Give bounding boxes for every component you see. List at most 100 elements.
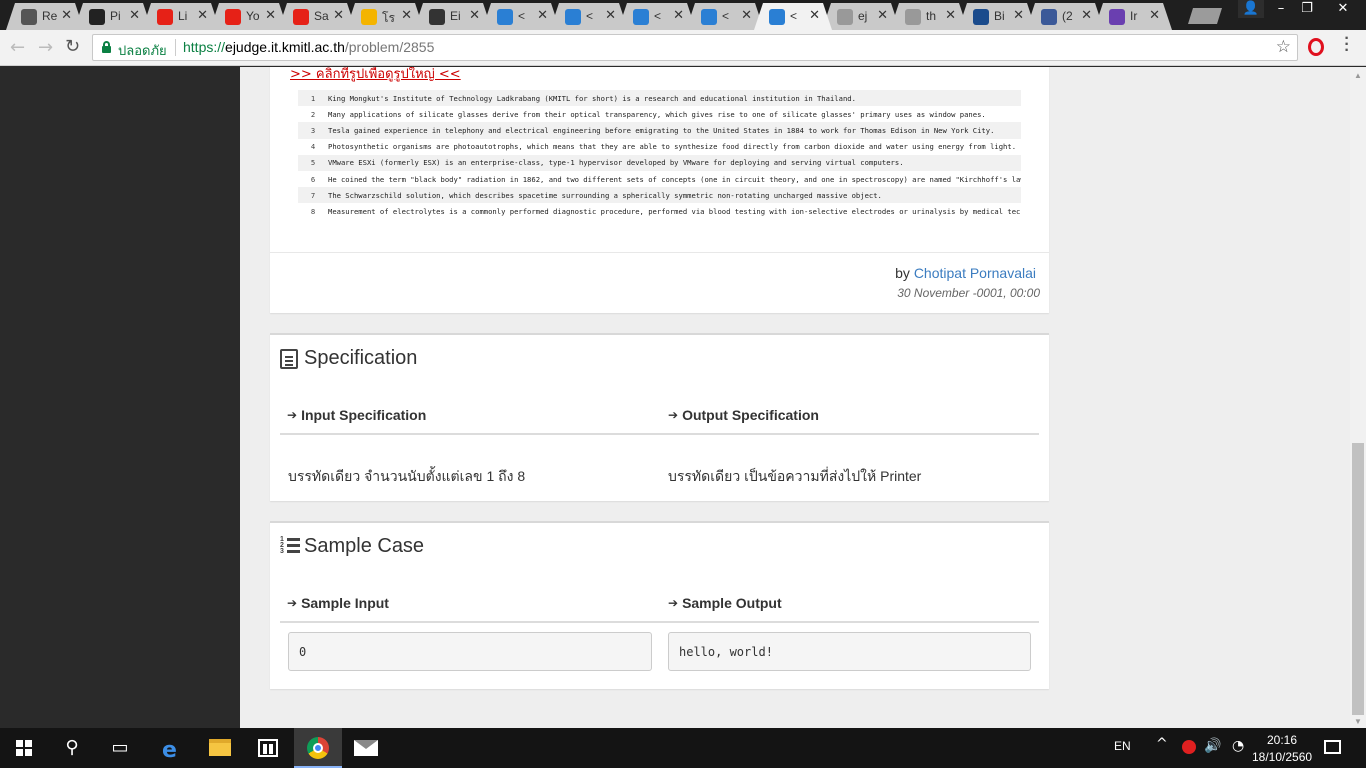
enlarge-image-link[interactable]: >> คลิกที่รูปเพื่อดูรูปใหญ่ <<: [290, 67, 461, 84]
tab-title: <: [722, 9, 730, 23]
tab-close-icon[interactable]: ✕: [265, 8, 276, 23]
address-bar[interactable]: ปลอดภัย https://ejudge.it.kmitl.ac.th/pr…: [92, 34, 1298, 61]
problem-image[interactable]: 1 King Mongkut's Institute of Technology …: [298, 90, 1021, 220]
windows-logo-icon: [16, 740, 32, 756]
restore-button[interactable]: ❐: [1294, 0, 1320, 18]
start-button[interactable]: [0, 728, 48, 768]
security-label: ปลอดภัย: [118, 43, 167, 58]
image-line-number: 8: [310, 206, 316, 216]
mail-taskbar-button[interactable]: [342, 728, 390, 768]
it-kmitl-icon: [769, 9, 785, 25]
tab-close-icon[interactable]: ✕: [469, 8, 480, 23]
browser-tab[interactable]: < ✕: [550, 3, 628, 30]
sample-output-box[interactable]: hello, world!: [668, 632, 1031, 671]
tab-close-icon[interactable]: ✕: [605, 8, 616, 23]
tab-close-icon[interactable]: ✕: [877, 8, 888, 23]
sample-input-box[interactable]: 0: [288, 632, 652, 671]
tray-app-icon[interactable]: [1182, 740, 1196, 754]
chrome-taskbar-button[interactable]: [294, 728, 342, 768]
tab-title: Ir: [1130, 9, 1138, 23]
edge-taskbar-button[interactable]: e: [148, 728, 196, 768]
tab-close-icon[interactable]: ✕: [1149, 8, 1160, 23]
browser-tab[interactable]: โร ✕: [346, 3, 424, 30]
browser-tab[interactable]: ej ✕: [822, 3, 900, 30]
mail-icon: [354, 740, 378, 756]
browser-tab[interactable]: < ✕: [686, 3, 764, 30]
sample-case-title: 123 Sample Case: [280, 535, 424, 558]
lock-icon: [102, 41, 111, 53]
image-text-line: 6 He coined the term "black body" radiati…: [298, 171, 1021, 187]
profile-icon[interactable]: 👤: [1238, 0, 1264, 18]
browser-tab[interactable]: Ir ✕: [1094, 3, 1172, 30]
forward-arrow-icon[interactable]: →: [38, 37, 53, 58]
browser-tab[interactable]: Pi ✕: [74, 3, 152, 30]
wifi-icon[interactable]: ◔: [1232, 738, 1244, 754]
browser-tab[interactable]: Sa ✕: [278, 3, 356, 30]
image-text-line: 7 The Schwarzschild solution, which descr…: [298, 187, 1021, 204]
tab-close-icon[interactable]: ✕: [1013, 8, 1024, 23]
back-arrow-icon[interactable]: ←: [10, 37, 25, 58]
tab-close-icon[interactable]: ✕: [809, 8, 820, 23]
new-tab-button[interactable]: [1188, 8, 1222, 24]
image-text-line: 8 Measurement of electrolytes is a common…: [298, 203, 1021, 219]
tab-close-icon[interactable]: ✕: [401, 8, 412, 23]
scrollbar-thumb[interactable]: [1352, 443, 1364, 715]
explorer-taskbar-button[interactable]: [196, 728, 244, 768]
tab-title: ej: [858, 9, 868, 23]
opera-extension-icon[interactable]: [1308, 38, 1324, 56]
chevron-up-icon[interactable]: ^: [1156, 736, 1168, 752]
tab-close-icon[interactable]: ✕: [537, 8, 548, 23]
browser-tab[interactable]: Ei ✕: [414, 3, 492, 30]
browser-tab[interactable]: th ✕: [890, 3, 968, 30]
specification-title-text: Specification: [304, 347, 418, 369]
tab-close-icon[interactable]: ✕: [945, 8, 956, 23]
clock-time[interactable]: 20:16: [1267, 733, 1297, 747]
task-view-button[interactable]: ▭: [96, 728, 144, 768]
close-window-button[interactable]: ✕: [1320, 0, 1366, 18]
tab-title: Pi: [110, 9, 121, 23]
tab-close-icon[interactable]: ✕: [673, 8, 684, 23]
browser-tab[interactable]: < ✕: [482, 3, 560, 30]
search-button[interactable]: ⚲: [48, 728, 96, 768]
scroll-down-arrow-icon[interactable]: ▼: [1354, 717, 1362, 726]
notification-icon[interactable]: [1324, 740, 1341, 754]
image-line-number: 2: [310, 109, 316, 119]
image-line-text: Photosynthetic organisms are photoautotr…: [328, 142, 1017, 152]
clock-date[interactable]: 18/10/2560: [1252, 750, 1312, 764]
browser-tab[interactable]: Bi ✕: [958, 3, 1036, 30]
language-indicator[interactable]: EN: [1114, 739, 1131, 753]
page-content: >> คลิกที่รูปเพื่อดูรูปใหญ่ << 1 King Mon…: [240, 67, 1350, 728]
url-text[interactable]: https://ejudge.it.kmitl.ac.th/problem/28…: [183, 39, 434, 55]
browser-tab[interactable]: (2 ✕: [1026, 3, 1104, 30]
tab-close-icon[interactable]: ✕: [61, 8, 72, 23]
author-link[interactable]: Chotipat Pornavalai: [914, 265, 1036, 281]
blank-page-icon: [905, 9, 921, 25]
page-scrollbar[interactable]: ▲ ▼: [1350, 67, 1366, 728]
browser-tab[interactable]: Li ✕: [142, 3, 220, 30]
address-separator: [175, 39, 176, 56]
tab-close-icon[interactable]: ✕: [741, 8, 752, 23]
it-kmitl-icon: [565, 9, 581, 25]
browser-menu-icon[interactable]: · · ·: [1342, 31, 1352, 59]
youtube-icon: [157, 9, 173, 25]
by-label: by: [895, 265, 910, 281]
browser-tab[interactable]: < ✕: [618, 3, 696, 30]
browser-tab[interactable]: < ✕: [754, 3, 832, 30]
specification-card: Specification ➔ Input Specification ➔ Outp…: [270, 333, 1049, 501]
tab-close-icon[interactable]: ✕: [197, 8, 208, 23]
tab-close-icon[interactable]: ✕: [129, 8, 140, 23]
store-taskbar-button[interactable]: [244, 728, 292, 768]
tab-close-icon[interactable]: ✕: [1081, 8, 1092, 23]
tab-close-icon[interactable]: ✕: [333, 8, 344, 23]
tab-title: Ei: [450, 9, 461, 23]
volume-icon[interactable]: 🔊: [1204, 738, 1221, 754]
url-protocol: https://: [183, 39, 226, 55]
image-text-line: 2 Many applications of silicate glasses d…: [298, 106, 1021, 122]
bookmark-star-icon[interactable]: ☆: [1276, 37, 1291, 57]
minimize-button[interactable]: –: [1268, 0, 1294, 18]
scroll-up-arrow-icon[interactable]: ▲: [1354, 71, 1362, 80]
reload-icon[interactable]: ↻: [65, 36, 80, 57]
browser-tab[interactable]: Yo ✕: [210, 3, 288, 30]
problem-card: >> คลิกที่รูปเพื่อดูรูปใหญ่ << 1 King Mon…: [270, 67, 1049, 313]
browser-tab[interactable]: Re ✕: [6, 3, 84, 30]
